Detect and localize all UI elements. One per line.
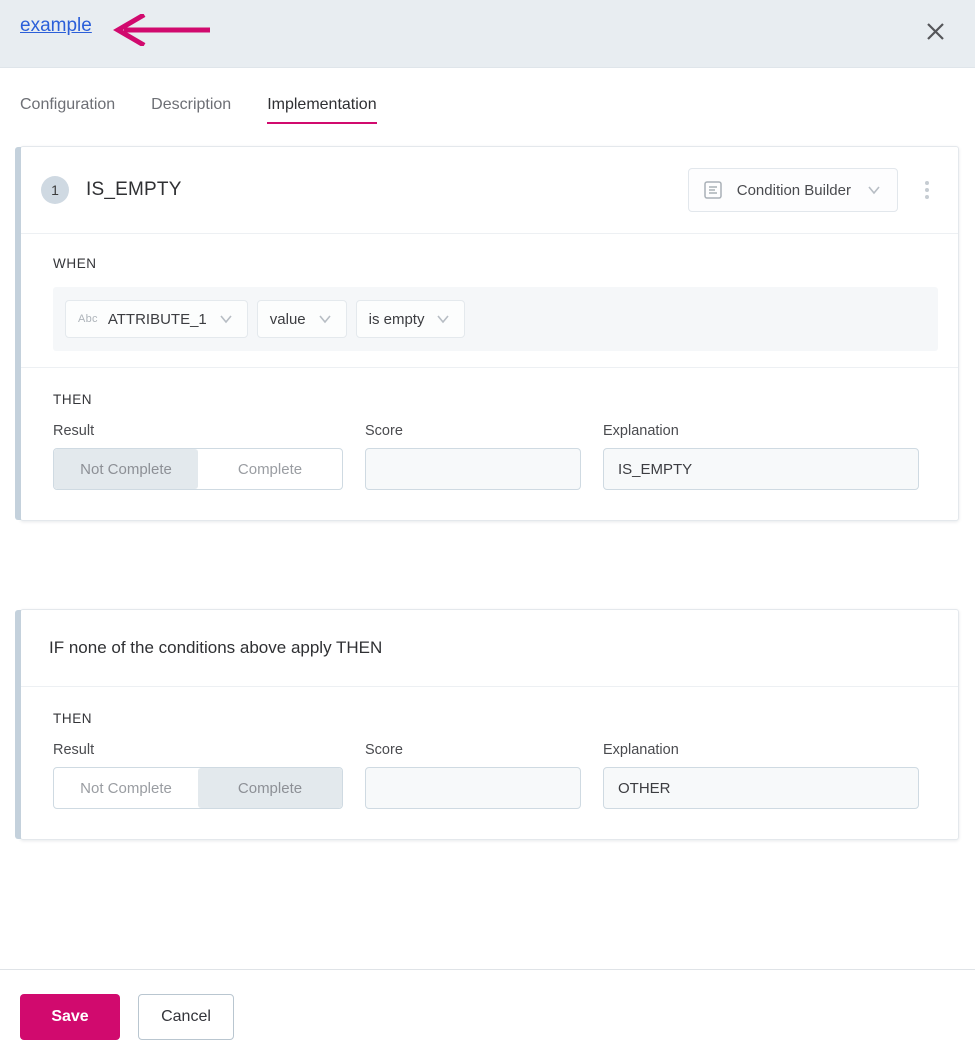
rule-title: IS_EMPTY	[86, 179, 182, 201]
kebab-dot	[925, 181, 929, 185]
breadcrumb-link[interactable]: example	[20, 15, 92, 37]
fallback-score-field: Score	[365, 742, 581, 809]
condition-operator-dropdown[interactable]: is empty	[356, 300, 466, 338]
fallback-then-fields: Result Not Complete Complete Score Expla…	[53, 742, 938, 809]
fallback-result-toggle-group[interactable]: Not Complete Complete	[53, 767, 343, 809]
chevron-down-icon	[316, 310, 334, 328]
fallback-result-field: Result Not Complete Complete	[53, 742, 343, 809]
fallback-then-label: THEN	[53, 711, 938, 726]
tab-description[interactable]: Description	[151, 96, 231, 124]
fallback-score-input[interactable]	[365, 767, 581, 809]
close-button[interactable]	[917, 13, 953, 49]
rule-card-header: 1 IS_EMPTY Condition Builder	[21, 147, 958, 233]
rule-card: 1 IS_EMPTY Condition Builder	[20, 146, 959, 521]
kebab-dot	[925, 188, 929, 192]
fallback-explanation-label: Explanation	[603, 742, 919, 758]
chevron-down-icon	[865, 181, 883, 199]
rule-overflow-menu-button[interactable]	[914, 181, 940, 199]
result-option-not-complete[interactable]: Not Complete	[54, 449, 198, 489]
condition-builder-dropdown[interactable]: Condition Builder	[688, 168, 898, 212]
left-arrow-annotation-icon	[108, 14, 212, 46]
condition-operator-value: is empty	[369, 311, 425, 328]
kebab-dot	[925, 195, 929, 199]
condition-attribute-dropdown[interactable]: Abc ATTRIBUTE_1	[65, 300, 248, 338]
explanation-field: Explanation IS_EMPTY	[603, 423, 919, 490]
implementation-panel: 1 IS_EMPTY Condition Builder	[0, 124, 975, 840]
rule-number-badge: 1	[41, 176, 69, 204]
tab-configuration[interactable]: Configuration	[20, 96, 115, 124]
when-section: WHEN Abc ATTRIBUTE_1 value is empty	[21, 233, 958, 367]
condition-property-value: value	[270, 311, 306, 328]
result-field: Result Not Complete Complete	[53, 423, 343, 490]
fallback-title: IF none of the conditions above apply TH…	[21, 610, 958, 686]
condition-builder-icon	[703, 180, 723, 200]
save-button[interactable]: Save	[20, 994, 120, 1040]
close-icon	[926, 22, 945, 41]
cancel-button[interactable]: Cancel	[138, 994, 234, 1040]
then-section: THEN Result Not Complete Complete Score …	[21, 367, 958, 520]
then-label: THEN	[53, 392, 938, 407]
dialog-footer: Save Cancel	[0, 969, 975, 1064]
fallback-rule-card: IF none of the conditions above apply TH…	[20, 609, 959, 840]
condition-row: Abc ATTRIBUTE_1 value is empty	[53, 287, 938, 351]
result-option-complete[interactable]: Complete	[198, 449, 342, 489]
explanation-input[interactable]: IS_EMPTY	[603, 448, 919, 490]
tab-bar: Configuration Description Implementation	[0, 68, 975, 124]
score-input[interactable]	[365, 448, 581, 490]
fallback-result-label: Result	[53, 742, 343, 758]
then-fields: Result Not Complete Complete Score Expla…	[53, 423, 938, 490]
chevron-down-icon	[217, 310, 235, 328]
fallback-result-option-not-complete[interactable]: Not Complete	[54, 768, 198, 808]
result-label: Result	[53, 423, 343, 439]
attribute-type-tag: Abc	[78, 313, 98, 325]
fallback-result-option-complete[interactable]: Complete	[198, 768, 342, 808]
result-toggle-group[interactable]: Not Complete Complete	[53, 448, 343, 490]
card-gap	[20, 537, 959, 609]
tab-implementation[interactable]: Implementation	[267, 96, 376, 124]
condition-property-dropdown[interactable]: value	[257, 300, 347, 338]
condition-attribute-value: ATTRIBUTE_1	[108, 311, 207, 328]
dialog-header: example	[0, 0, 975, 68]
fallback-explanation-field: Explanation OTHER	[603, 742, 919, 809]
fallback-then-section: THEN Result Not Complete Complete Score …	[21, 686, 958, 839]
score-field: Score	[365, 423, 581, 490]
when-label: WHEN	[53, 256, 938, 271]
explanation-label: Explanation	[603, 423, 919, 439]
fallback-explanation-input[interactable]: OTHER	[603, 767, 919, 809]
fallback-score-label: Score	[365, 742, 581, 758]
condition-builder-label: Condition Builder	[737, 182, 851, 199]
chevron-down-icon	[434, 310, 452, 328]
score-label: Score	[365, 423, 581, 439]
